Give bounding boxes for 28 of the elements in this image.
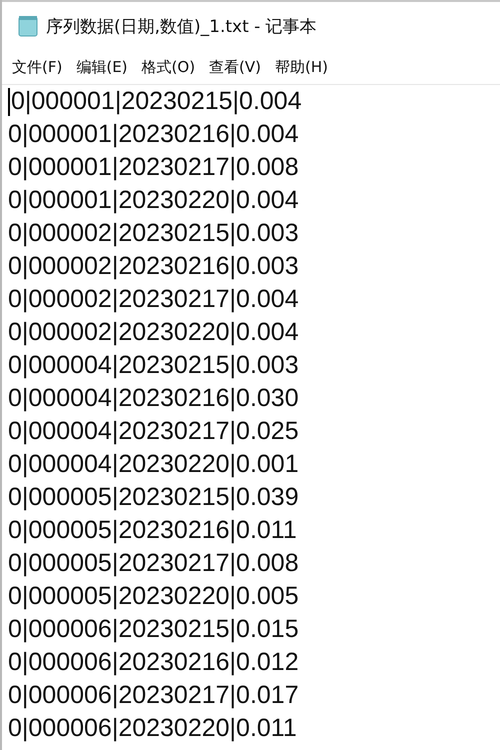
text-line: 0|000002|20230215|0.003 [8,218,299,249]
text-line: 0|000006|20230217|0.017 [8,680,299,711]
text-cursor [8,88,10,116]
menu-item[interactable]: 查看(V) [209,58,262,76]
text-line: 0|000006|20230216|0.012 [8,647,299,678]
text-line: 0|000001|20230217|0.008 [8,152,299,183]
text-line: 0|000005|20230215|0.039 [8,482,299,513]
menu-item[interactable]: 格式(O) [142,58,196,76]
text-line: 0|000002|20230220|0.004 [8,317,299,348]
window-title: 序列数据(日期,数值)_1.txt - 记事本 [46,16,317,38]
text-line: 0|000006|20230220|0.011 [8,713,297,744]
text-line: 0|000004|20230215|0.003 [8,350,299,381]
text-line: 0|000001|20230215|0.004 [11,86,302,117]
menu-item[interactable]: 帮助(H) [275,58,328,76]
notepad-icon [18,15,38,37]
text-line: 0|000005|20230217|0.008 [8,548,299,579]
menu-item[interactable]: 编辑(E) [76,58,128,76]
text-line: 0|000005|20230220|0.005 [8,581,299,612]
text-line: 0|000005|20230216|0.011 [8,515,297,546]
menu-item[interactable]: 文件(F) [12,58,62,76]
text-line: 0|000006|20230215|0.015 [8,614,299,645]
text-line: 0|000002|20230217|0.004 [8,284,299,315]
text-line: 0|000001|20230220|0.004 [8,185,299,216]
text-line: 0|000004|20230216|0.030 [8,383,299,414]
text-line: 0|000004|20230217|0.025 [8,416,299,447]
text-line: 0|000001|20230216|0.004 [8,119,299,150]
text-line: 0|000004|20230220|0.001 [8,449,299,480]
text-line: 0|000002|20230216|0.003 [8,251,299,282]
